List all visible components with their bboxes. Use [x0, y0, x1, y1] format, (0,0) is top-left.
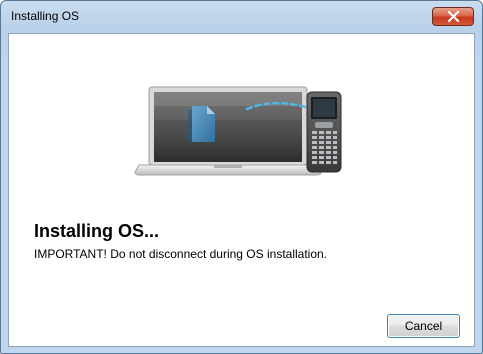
close-icon [447, 11, 460, 22]
laptop-icon [134, 86, 322, 176]
close-button[interactable] [432, 7, 474, 26]
title-bar[interactable]: Installing OS [1, 1, 482, 33]
window-title: Installing OS [11, 9, 80, 23]
installer-window: Installing OS Installing OS... IMPORTANT… [0, 0, 483, 354]
dialog-body: Installing OS... IMPORTANT! Do not disco… [8, 33, 475, 347]
document-icon [188, 106, 215, 142]
warning-message: IMPORTANT! Do not disconnect during OS i… [34, 247, 328, 261]
cancel-button[interactable]: Cancel [387, 314, 460, 338]
handheld-calculator-icon [306, 91, 342, 173]
device-connection-illustration [134, 86, 342, 176]
status-heading: Installing OS... [34, 221, 160, 241]
